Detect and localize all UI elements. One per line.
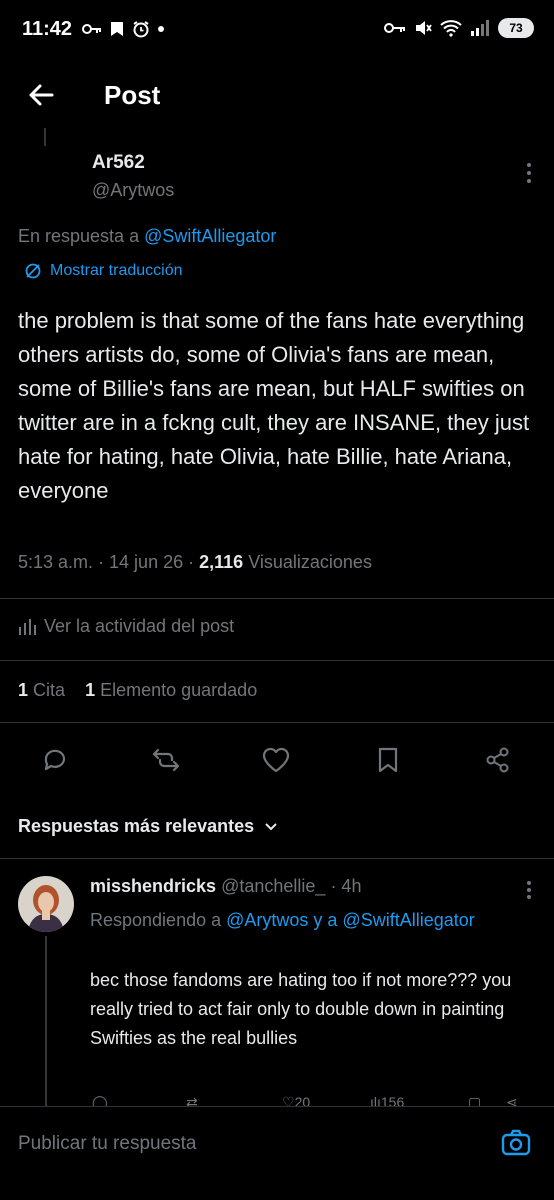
quotes-stat[interactable]: 1 Cita <box>18 680 65 700</box>
repost-icon <box>152 748 180 772</box>
reply-composer: Publicar tu respuesta <box>0 1106 554 1200</box>
more-options-icon[interactable] <box>526 880 532 900</box>
sort-label[interactable]: Respuestas más relevantes <box>18 816 254 837</box>
post-activity-link[interactable]: Ver la actividad del post <box>18 616 234 637</box>
post-meta: 5:13 a.m. · 14 jun 26 · 2,116 Visualizac… <box>18 552 372 573</box>
post-timestamp: 5:13 a.m. · 14 jun 26 · <box>18 552 195 572</box>
share-button[interactable] <box>478 740 518 780</box>
views-label: Visualizaciones <box>248 552 372 572</box>
engagement-counts: 1 Cita 1 Elemento guardado <box>18 680 257 701</box>
bookmarks-count: 1 <box>85 680 96 700</box>
heart-icon <box>262 747 290 773</box>
reply-context-prefix: Respondiendo a <box>90 910 222 930</box>
battery-level: 73 <box>509 21 523 35</box>
reply-time: · 4h <box>330 876 362 896</box>
battery-indicator: 73 <box>498 18 534 38</box>
page-title: Post <box>104 80 161 110</box>
avatar-image <box>18 876 74 932</box>
show-translation[interactable]: Mostrar traducción <box>24 262 183 280</box>
thread-line <box>44 128 46 146</box>
reply-context-users[interactable]: @Arytwos y a @SwiftAlliegator <box>226 910 475 930</box>
reply-sort-dropdown[interactable]: Respuestas más relevantes <box>18 816 278 837</box>
author-name[interactable]: Ar562 <box>92 152 174 174</box>
camera-icon[interactable] <box>500 1127 532 1159</box>
reply-context: Respondiendo a @Arytwos y a @SwiftAllieg… <box>90 906 530 935</box>
divider <box>0 858 554 859</box>
wifi-icon <box>440 20 462 37</box>
status-time: 11:42 <box>22 18 73 40</box>
top-bar: Post <box>0 62 554 128</box>
replying-to: En respuesta a @SwiftAlliegator <box>18 226 276 247</box>
activity-label[interactable]: Ver la actividad del post <box>44 616 234 637</box>
repost-button[interactable] <box>146 740 186 780</box>
reply-to-link[interactable]: @SwiftAlliegator <box>144 226 276 246</box>
views-count: 2,116 <box>199 552 244 572</box>
thread-line <box>45 936 47 1106</box>
analytics-icon <box>19 618 36 635</box>
divider <box>0 722 554 723</box>
bookmarks-stat[interactable]: 1 Elemento guardado <box>85 680 257 700</box>
quotes-label: Cita <box>33 680 66 700</box>
post-actions <box>0 740 554 780</box>
reply-prefix: En respuesta a <box>18 226 140 246</box>
bookmark-button[interactable] <box>368 740 408 780</box>
alarm-icon <box>133 21 149 38</box>
vpn-key-icon <box>384 23 405 33</box>
mute-icon <box>416 21 432 35</box>
divider <box>0 598 554 599</box>
translate-label[interactable]: Mostrar traducción <box>50 262 183 280</box>
post-text: the problem is that some of the fans hat… <box>18 308 530 503</box>
reply-text: bec those fandoms are hating too if not … <box>90 970 512 1048</box>
reply-author-name[interactable]: misshendricks <box>90 876 216 896</box>
share-icon <box>486 747 509 773</box>
reply-input[interactable]: Publicar tu respuesta <box>18 1133 197 1155</box>
status-left-icons <box>82 20 165 38</box>
avatar[interactable] <box>18 876 74 932</box>
quotes-count: 1 <box>18 680 29 700</box>
more-options-icon[interactable] <box>526 162 532 184</box>
post-author[interactable]: Ar562 @Arytwos <box>92 152 174 201</box>
reply-header: misshendricks @tanchellie_ · 4h <box>90 876 361 897</box>
bookmarks-label: Elemento guardado <box>100 680 258 700</box>
key-icon <box>82 24 101 34</box>
reply-icon <box>44 749 66 771</box>
chevron-down-icon <box>265 822 277 830</box>
divider <box>0 660 554 661</box>
bookmark-status-icon <box>111 22 123 36</box>
author-handle[interactable]: @Arytwos <box>92 180 174 201</box>
back-arrow-icon[interactable] <box>24 78 58 112</box>
status-right-icons: 73 <box>384 18 534 38</box>
like-button[interactable] <box>256 740 296 780</box>
bookmark-icon <box>378 747 398 773</box>
dot-icon <box>158 26 164 32</box>
signal-icon <box>471 20 489 36</box>
status-bar: 11:42 73 <box>0 0 554 62</box>
reply-button[interactable] <box>34 740 74 780</box>
reply-author-handle[interactable]: @tanchellie_ <box>221 876 325 896</box>
translate-icon <box>25 263 41 279</box>
